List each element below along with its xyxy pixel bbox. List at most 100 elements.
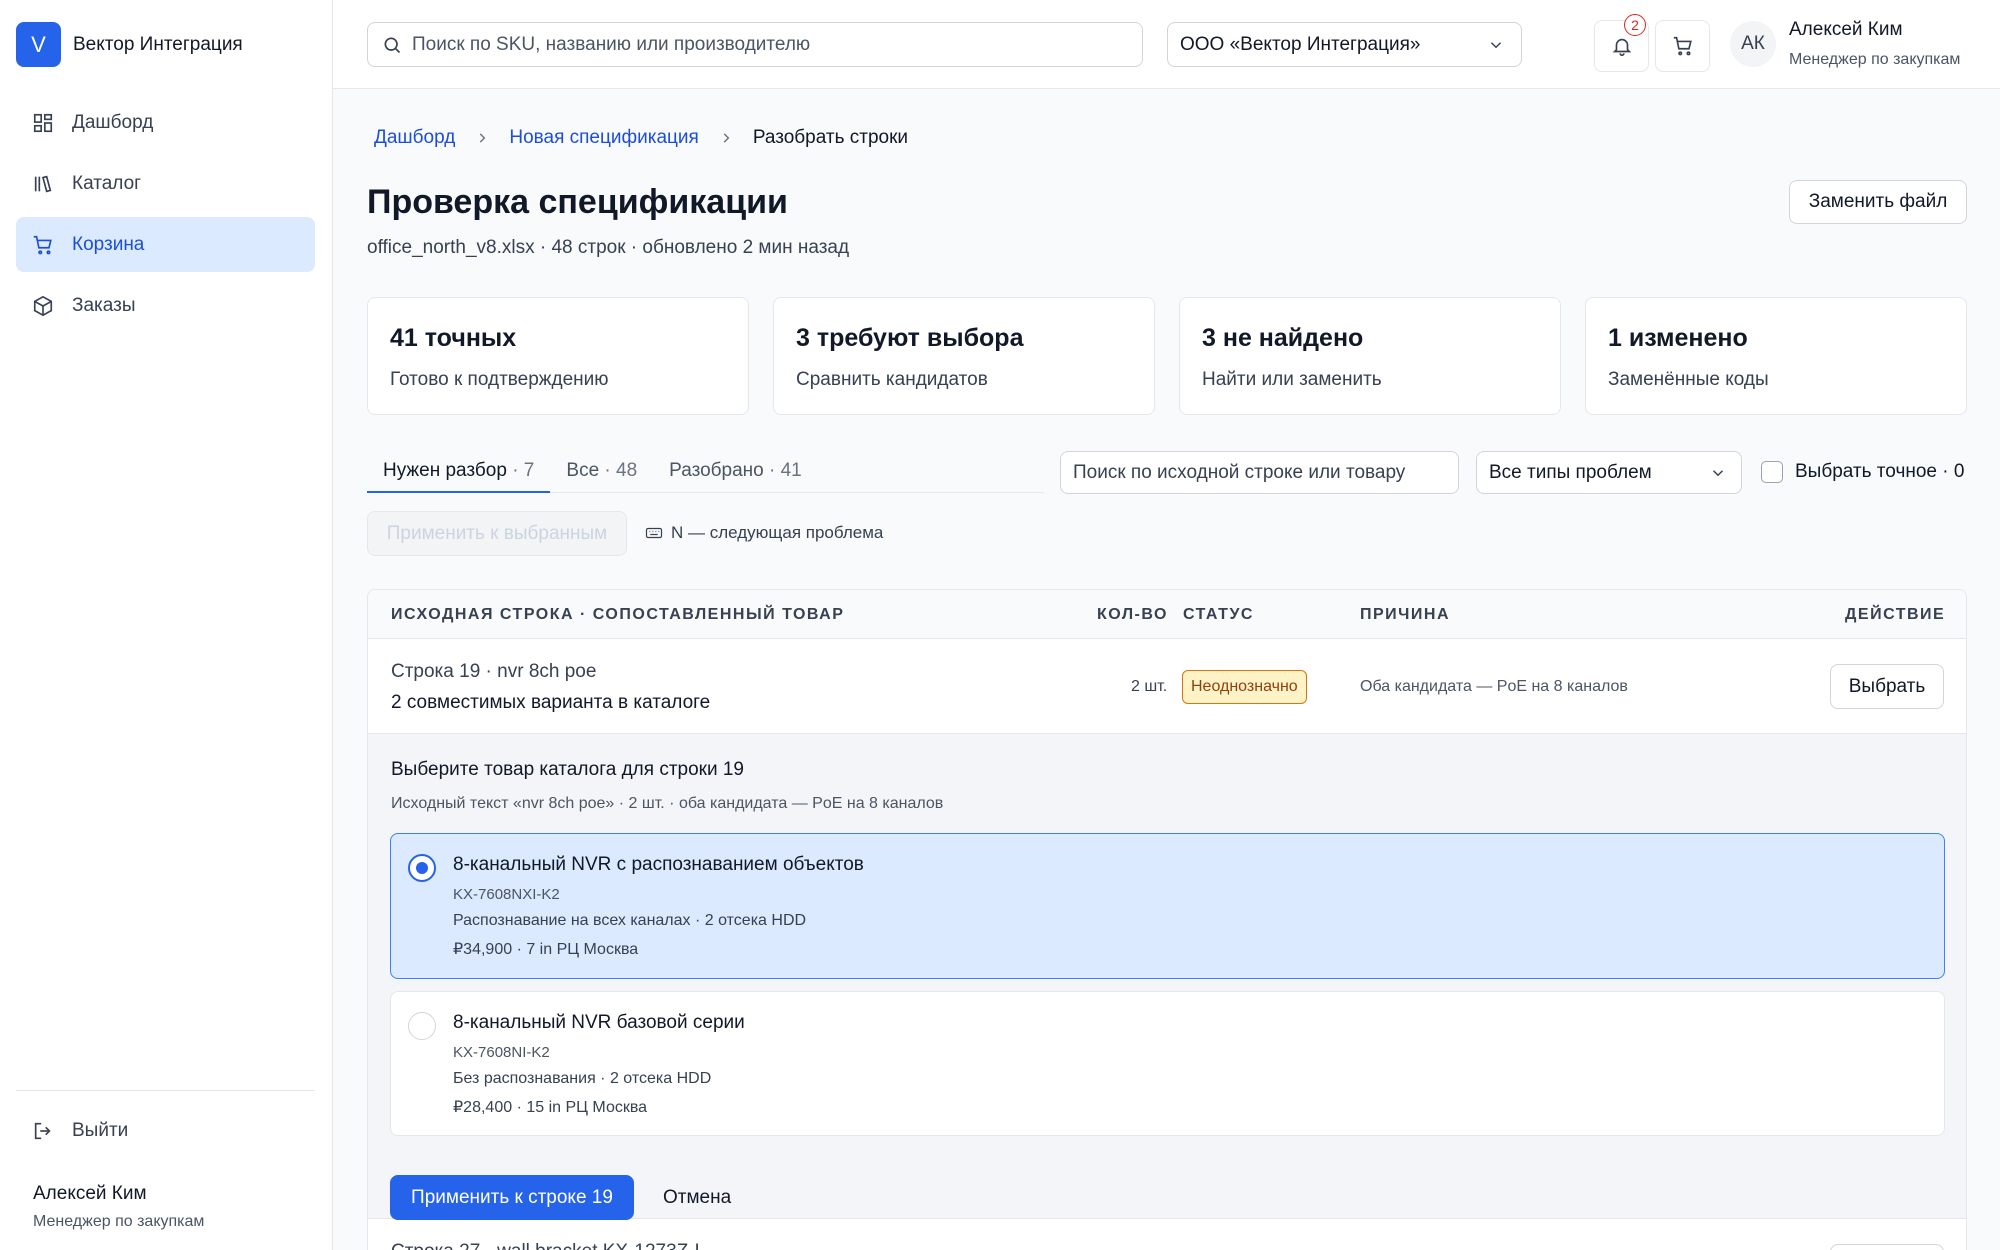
summary-card-title: 3 требуют выбора [796, 324, 1024, 352]
sidebar: V Вектор Интеграция Дашборд Каталог Корз… [0, 0, 333, 1250]
summary-card-title: 1 изменено [1608, 324, 1748, 352]
tab-label: Нужен разбор [383, 460, 507, 481]
tab-count: · 41 [769, 460, 802, 481]
candidate-option-selected[interactable]: 8-канальный NVR с распознаванием объекто… [390, 833, 1945, 979]
dashboard-icon [33, 113, 53, 132]
problem-type-select[interactable]: Все типы проблем [1476, 451, 1742, 494]
notification-badge: 2 [1624, 14, 1646, 36]
search-icon [384, 37, 401, 53]
summary-card-title: 41 точных [390, 324, 517, 352]
header-user-role: Менеджер по закупкам [1789, 51, 1961, 68]
checkbox-box[interactable] [1761, 461, 1783, 483]
select-exact-checkbox[interactable]: Выбрать точное · 0 [1761, 461, 1964, 483]
sidebar-item-cart[interactable]: Корзина [16, 217, 315, 272]
sidebar-item-dashboard[interactable]: Дашборд [16, 95, 315, 150]
select-exact-label: Выбрать точное · 0 [1795, 461, 1965, 482]
row-search-input[interactable] [1060, 451, 1459, 494]
summary-card-exact[interactable]: 41 точных Готово к подтверждению [367, 297, 749, 415]
sidebar-item-label: Дашборд [72, 111, 154, 133]
breadcrumb: Дашборд Новая спецификация Разобрать стр… [374, 127, 908, 149]
chevron-right-icon [723, 133, 730, 143]
candidate-picker: Выберите товар каталога для строки 19 Ис… [368, 734, 1966, 1220]
sidebar-divider [16, 1090, 315, 1091]
organization-select[interactable]: ООО «Вектор Интеграция» [1167, 22, 1522, 67]
notifications-button[interactable]: 2 [1594, 14, 1649, 72]
replace-file-button[interactable]: Заменить файл [1789, 180, 1967, 224]
cart-button[interactable] [1655, 20, 1710, 72]
summary-card-ambiguous[interactable]: 3 требуют выбора Сравнить кандидатов [773, 297, 1155, 415]
sidebar-user-name: Алексей Ким [33, 1183, 147, 1204]
cancel-button[interactable]: Отмена [663, 1187, 731, 1209]
radio-unselected[interactable] [408, 1012, 436, 1040]
summary-cards: 41 точных Готово к подтверждению 3 требу… [367, 297, 1967, 415]
page-title: Проверка спецификации [367, 183, 788, 221]
candidate-option[interactable]: 8-канальный NVR базовой серии KX-7608NI-… [390, 991, 1945, 1136]
review-tabs: Нужен разбор · 7 Все · 48 Разобрано · 41 [367, 450, 1044, 493]
column-header-qty: КОЛ-ВО [1097, 606, 1168, 623]
organization-name: ООО «Вектор Интеграция» [1180, 33, 1421, 55]
apply-to-row-button[interactable]: Применить к строке 19 [390, 1175, 634, 1220]
summary-card-not-found[interactable]: 3 не найдено Найти или заменить [1179, 297, 1561, 415]
tab-all[interactable]: Все · 48 [550, 450, 653, 493]
header-user-name: Алексей Ким [1789, 19, 1903, 40]
row-match-summary: 2 совместимых варианта в каталоге [391, 692, 711, 713]
column-header-source: ИСХОДНАЯ СТРОКА · СОПОСТАВЛЕННЫЙ ТОВАР [391, 606, 845, 623]
table-header: ИСХОДНАЯ СТРОКА · СОПОСТАВЛЕННЫЙ ТОВАР К… [368, 590, 1966, 639]
review-table: ИСХОДНАЯ СТРОКА · СОПОСТАВЛЕННЫЙ ТОВАР К… [367, 589, 1967, 1250]
candidate-features: Распознавание на всех каналах · 2 отсека… [453, 912, 807, 929]
candidate-name: 8-канальный NVR базовой серии [453, 1012, 745, 1033]
logout-label: Выйти [72, 1120, 129, 1141]
logout-button[interactable]: Выйти [32, 1120, 128, 1142]
status-badge: Неоднозначно [1182, 670, 1307, 704]
summary-card-subtitle: Готово к подтверждению [390, 369, 609, 390]
logout-icon [34, 1122, 51, 1140]
tab-count: · 7 [512, 460, 535, 481]
package-icon [33, 295, 53, 316]
candidate-sku: KX-7608NI-K2 [453, 1044, 550, 1061]
table-row[interactable]: Строка 27 · wall bracket KX-1273Z-L [368, 1219, 1966, 1250]
tab-count: · 48 [604, 460, 638, 481]
candidate-name: 8-канальный NVR с распознаванием объекто… [453, 854, 864, 875]
header-user-info[interactable]: Алексей Ким Менеджер по закупкам [1789, 19, 1960, 69]
tab-resolved[interactable]: Разобрано · 41 [653, 450, 818, 493]
candidate-price-stock: ₽34,900 · 7 in РЦ Москва [453, 941, 639, 958]
brand-name: Вектор Интеграция [73, 33, 243, 55]
candidate-features: Без распознавания · 2 отсека HDD [453, 1070, 712, 1087]
brand[interactable]: V Вектор Интеграция [16, 22, 243, 67]
row-source-line: Строка 19 · nvr 8ch poe [391, 661, 597, 682]
sidebar-item-catalog[interactable]: Каталог [16, 156, 315, 211]
tab-label: Разобрано [669, 460, 764, 481]
row-source-line: Строка 27 · wall bracket KX-1273Z-L [391, 1241, 705, 1250]
summary-card-changed[interactable]: 1 изменено Заменённые коды [1585, 297, 1967, 415]
sidebar-item-label: Каталог [72, 172, 142, 194]
summary-card-subtitle: Заменённые коды [1608, 369, 1769, 390]
row-qty: 2 шт. [1131, 678, 1168, 695]
column-header-reason: ПРИЧИНА [1360, 606, 1451, 623]
sidebar-item-label: Заказы [72, 294, 136, 316]
search-input[interactable] [412, 33, 1112, 56]
top-header: ООО «Вектор Интеграция» 2 АК Алексей Ким… [333, 0, 2000, 89]
summary-card-title: 3 не найдено [1202, 324, 1364, 352]
column-header-action: ДЕЙСТВИЕ [1845, 606, 1946, 623]
sidebar-item-orders[interactable]: Заказы [16, 278, 315, 333]
problem-type-value: Все типы проблем [1489, 461, 1652, 483]
sidebar-nav: Дашборд Каталог Корзина Заказы [16, 95, 315, 339]
breadcrumb-new-spec[interactable]: Новая спецификация [509, 127, 698, 149]
table-row[interactable]: Строка 19 · nvr 8ch poe 2 совместимых ва… [368, 639, 1966, 734]
breadcrumb-dashboard[interactable]: Дашборд [374, 127, 455, 149]
apply-to-selected-button[interactable]: Применить к выбранным [367, 511, 627, 556]
sidebar-user: Алексей Ким Менеджер по закупкам [33, 1183, 204, 1231]
radio-selected[interactable] [408, 854, 436, 882]
avatar[interactable]: АК [1730, 21, 1776, 67]
cart-icon [1673, 36, 1692, 56]
candidate-picker-source: Исходный текст «nvr 8ch poe» · 2 шт. · о… [391, 795, 944, 812]
brand-logo: V [16, 22, 61, 67]
chevron-down-icon [1712, 469, 1724, 476]
summary-card-subtitle: Сравнить кандидатов [796, 369, 988, 390]
catalog-icon [34, 175, 52, 192]
choose-button[interactable]: Выбрать [1830, 664, 1944, 709]
global-search[interactable] [367, 22, 1143, 67]
candidate-sku: KX-7608NXI-K2 [453, 886, 560, 903]
tab-needs-review[interactable]: Нужен разбор · 7 [367, 450, 551, 493]
choose-button[interactable] [1830, 1244, 1944, 1250]
